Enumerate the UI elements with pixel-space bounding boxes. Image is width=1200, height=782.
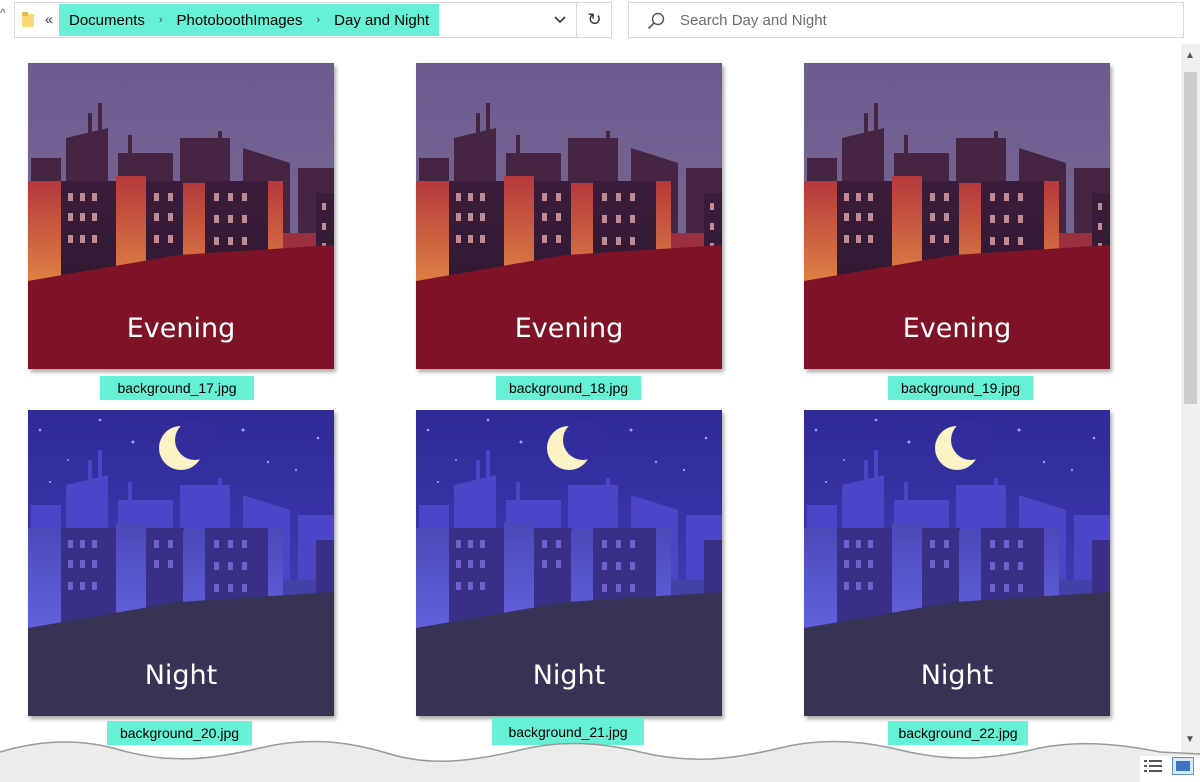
file-name-label[interactable]: background_17.jpg [100, 376, 254, 400]
thumbnails-view-icon[interactable] [1172, 757, 1194, 775]
breadcrumb-documents[interactable]: Documents [65, 12, 149, 29]
file-name-label[interactable]: background_18.jpg [496, 376, 641, 400]
thumbnail-caption: Evening [126, 313, 236, 344]
navigation-bar: ^ « Documents › PhotoboothImages › Day a… [0, 0, 1200, 44]
search-box[interactable]: Search Day and Night [628, 2, 1184, 38]
file-thumbnail[interactable]: Evening [28, 63, 334, 369]
refresh-button[interactable]: ↻ [576, 3, 612, 37]
folder-icon [22, 12, 34, 27]
breadcrumb-separator-icon[interactable]: › [306, 14, 330, 26]
file-thumbnail[interactable]: Night [804, 410, 1110, 716]
thumbnail-caption: Evening [514, 313, 624, 344]
refresh-icon: ↻ [587, 10, 602, 29]
scrollbar-thumb[interactable] [1184, 72, 1197, 404]
breadcrumb-photoboothimages[interactable]: PhotoboothImages [173, 12, 307, 29]
view-mode-buttons [1140, 756, 1200, 782]
vertical-scrollbar[interactable]: ▲ ▼ [1181, 44, 1200, 756]
file-name-label[interactable]: background_19.jpg [888, 376, 1033, 400]
file-thumbnail[interactable]: Evening [804, 63, 1110, 369]
address-bar[interactable]: « Documents › PhotoboothImages › Day and… [14, 2, 612, 38]
thumbnail-caption: Evening [902, 313, 1012, 344]
thumbnail-caption: Night [144, 660, 218, 691]
breadcrumb-day-and-night[interactable]: Day and Night [330, 12, 433, 29]
overflow-chevron[interactable]: « [45, 11, 53, 27]
torn-edge-decoration [0, 740, 1200, 782]
thumbnail-caption: Night [532, 660, 606, 691]
file-thumbnail[interactable]: Night [416, 410, 722, 716]
file-thumbnail[interactable]: Night [28, 410, 334, 716]
search-icon [647, 12, 665, 30]
large-icons-view-icon [1176, 761, 1190, 771]
breadcrumb-separator-icon[interactable]: › [149, 14, 173, 26]
details-view-icon[interactable] [1144, 759, 1162, 774]
file-thumbnail[interactable]: Evening [416, 63, 722, 369]
thumbnail-caption: Night [920, 660, 994, 691]
breadcrumb: Documents › PhotoboothImages › Day and N… [59, 4, 440, 36]
address-dropdown-button[interactable] [545, 3, 575, 37]
scroll-up-icon[interactable]: ▲ [1185, 50, 1195, 61]
search-placeholder[interactable]: Search Day and Night [680, 12, 827, 29]
chevron-down-icon [554, 16, 566, 24]
up-arrow-icon[interactable]: ^ [0, 6, 6, 20]
